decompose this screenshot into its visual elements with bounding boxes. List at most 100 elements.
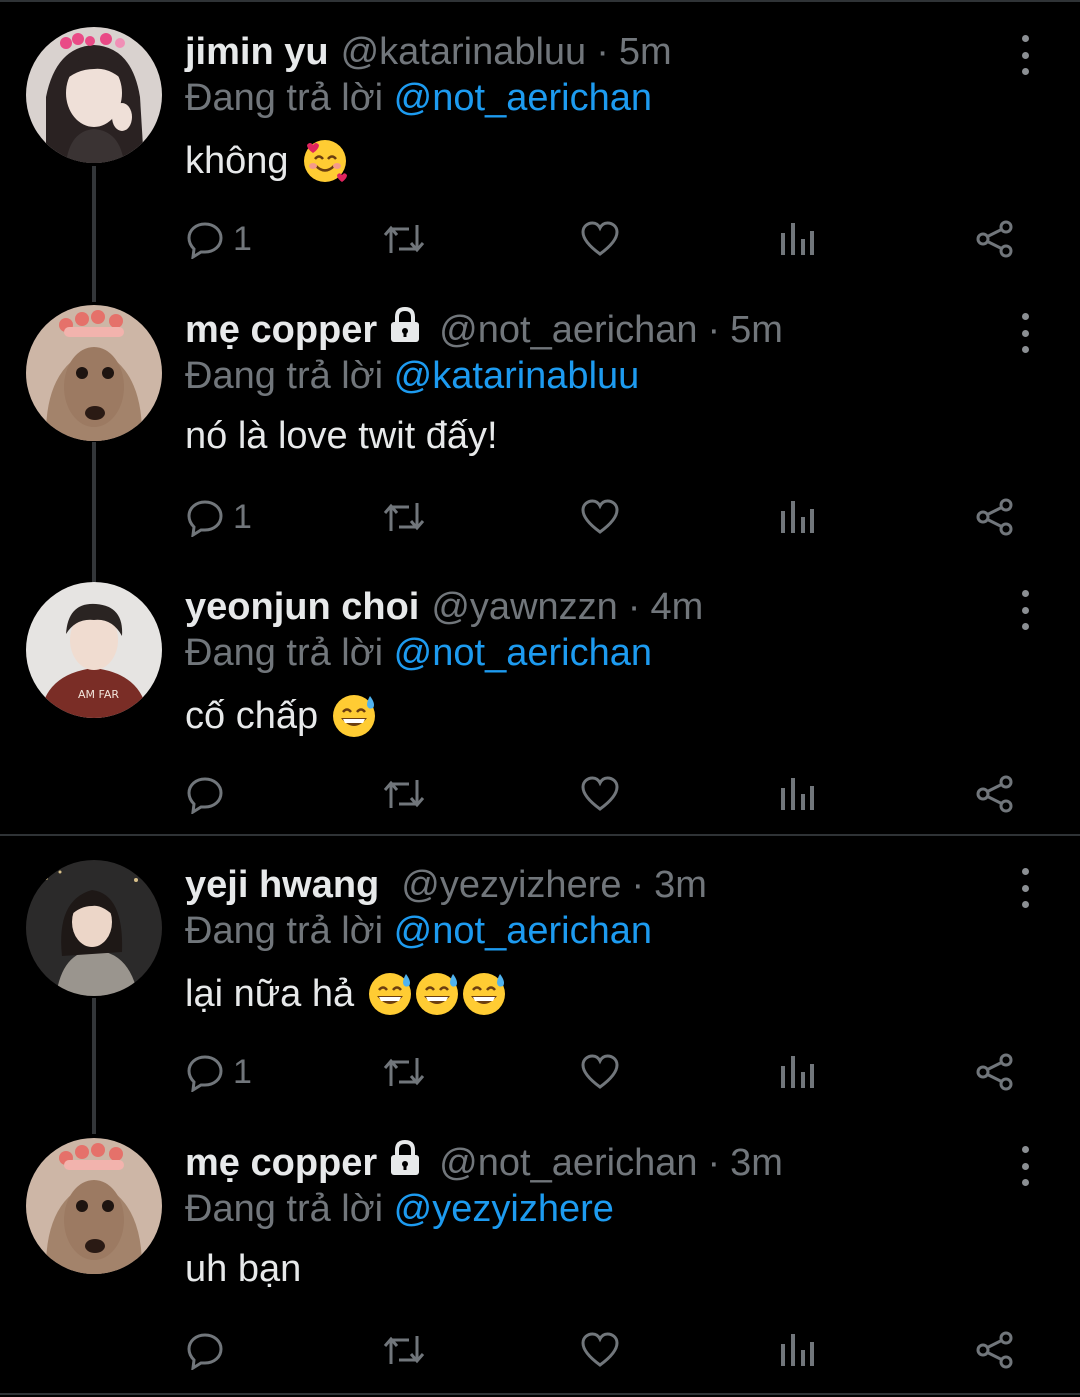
- views-button[interactable]: [779, 1328, 815, 1372]
- analytics-icon: [781, 778, 814, 810]
- bottom-divider: [0, 1393, 1080, 1395]
- more-icon[interactable]: [1010, 313, 1040, 353]
- tweet[interactable]: mẹ copper @not_aerichan · 5m Đang trả lờ…: [0, 305, 1080, 555]
- tweet-actions: 1: [185, 217, 1045, 261]
- timestamp[interactable]: 5m: [619, 31, 672, 74]
- separator: ·: [627, 585, 641, 628]
- tweet-text-content: nó là love twit đấy!: [185, 415, 498, 457]
- tweet-header: mẹ copper @not_aerichan · 3m: [185, 1138, 783, 1188]
- views-button[interactable]: [779, 1050, 815, 1094]
- tweet-header: jimin yu @katarinabluu · 5m: [185, 27, 672, 77]
- retweet-button[interactable]: [381, 1328, 427, 1372]
- grinning-face-with-sweat-emoji: [366, 970, 414, 1018]
- user-handle[interactable]: @not_aerichan: [439, 1142, 697, 1185]
- timestamp[interactable]: 5m: [730, 309, 783, 352]
- analytics-icon: [781, 501, 814, 533]
- avatar[interactable]: [26, 860, 162, 996]
- analytics-icon: [781, 1334, 814, 1366]
- like-button[interactable]: [580, 1328, 620, 1372]
- replying-to: Đang trả lời @not_aerichan: [185, 632, 652, 675]
- tweet-text: uh bạn: [185, 1248, 301, 1291]
- reply-button[interactable]: [185, 1328, 233, 1372]
- user-handle[interactable]: @yawnzzn: [431, 586, 617, 629]
- grinning-face-with-sweat-emoji: [413, 970, 461, 1018]
- more-icon[interactable]: [1010, 1146, 1040, 1186]
- tweet[interactable]: mẹ copper @not_aerichan · 3m Đang trả lờ…: [0, 1138, 1080, 1388]
- like-button[interactable]: [580, 772, 620, 816]
- timestamp[interactable]: 4m: [650, 586, 703, 629]
- tweet[interactable]: jimin yu @katarinabluu · 5m Đang trả lời…: [0, 27, 1080, 277]
- share-button[interactable]: [975, 1328, 1015, 1372]
- user-handle[interactable]: @katarinabluu: [341, 31, 587, 74]
- retweet-button[interactable]: [381, 217, 427, 261]
- tweet-actions: 1: [185, 1050, 1045, 1094]
- reply-button[interactable]: 1: [185, 495, 252, 539]
- display-name[interactable]: jimin yu: [185, 31, 329, 74]
- retweet-button[interactable]: [381, 1050, 427, 1094]
- more-icon[interactable]: [1010, 868, 1040, 908]
- display-name[interactable]: mẹ copper: [185, 309, 377, 352]
- timestamp[interactable]: 3m: [654, 864, 707, 907]
- retweet-icon: [383, 503, 425, 531]
- more-icon[interactable]: [1010, 590, 1040, 630]
- tweet-text-content: không: [185, 139, 289, 182]
- replying-to: Đang trả lời @not_aerichan: [185, 910, 652, 953]
- tweet-actions: 1: [185, 495, 1045, 539]
- reply-button[interactable]: 1: [185, 217, 252, 261]
- avatar[interactable]: [26, 27, 162, 163]
- views-button[interactable]: [779, 495, 815, 539]
- user-handle[interactable]: @yezyizhere: [401, 864, 621, 907]
- reply-count: 1: [233, 219, 252, 258]
- reply-mention[interactable]: @not_aerichan: [394, 77, 652, 119]
- reply-icon: [187, 1333, 223, 1370]
- retweet-icon: [383, 780, 425, 808]
- reply-button[interactable]: [185, 772, 233, 816]
- share-button[interactable]: [975, 217, 1015, 261]
- tweet-actions: [185, 772, 1045, 816]
- analytics-icon: [781, 1056, 814, 1088]
- heart-icon: [581, 221, 619, 256]
- display-name[interactable]: yeji hwang: [185, 864, 379, 907]
- avatar[interactable]: [26, 1138, 162, 1274]
- retweet-button[interactable]: [381, 495, 427, 539]
- like-button[interactable]: [580, 1050, 620, 1094]
- separator: ·: [596, 30, 609, 73]
- smiling-face-with-hearts-emoji: [301, 137, 349, 185]
- tweet-header: mẹ copper @not_aerichan · 5m: [185, 305, 783, 355]
- share-button[interactable]: [975, 495, 1015, 539]
- tweet[interactable]: AM FAR yeonjun choi @yawnzzn · 4m Đang t…: [0, 582, 1080, 832]
- tweet[interactable]: yeji hwang @yezyizhere · 3m Đang trả lời…: [0, 860, 1080, 1110]
- views-button[interactable]: [779, 217, 815, 261]
- timestamp[interactable]: 3m: [730, 1142, 783, 1185]
- avatar[interactable]: AM FAR: [26, 582, 162, 718]
- avatar[interactable]: [26, 305, 162, 441]
- tweet-text: nó là love twit đấy!: [185, 415, 498, 458]
- reply-mention[interactable]: @yezyizhere: [394, 1188, 614, 1230]
- separator: ·: [707, 308, 721, 351]
- display-name[interactable]: mẹ copper: [185, 1142, 377, 1185]
- replying-label: Đang trả lời: [185, 1188, 384, 1230]
- heart-icon: [581, 1054, 619, 1089]
- analytics-icon: [781, 223, 814, 255]
- reply-button[interactable]: 1: [185, 1050, 252, 1094]
- reply-icon: [187, 777, 223, 814]
- like-button[interactable]: [580, 495, 620, 539]
- display-name[interactable]: yeonjun choi: [185, 586, 419, 629]
- share-icon: [976, 1053, 1013, 1091]
- reply-mention[interactable]: @katarinabluu: [394, 355, 640, 397]
- reply-mention[interactable]: @not_aerichan: [394, 632, 652, 674]
- share-button[interactable]: [975, 772, 1015, 816]
- reply-mention[interactable]: @not_aerichan: [394, 910, 652, 952]
- lock-icon: [385, 305, 425, 355]
- tweet-header: yeonjun choi @yawnzzn · 4m: [185, 582, 703, 632]
- views-button[interactable]: [779, 772, 815, 816]
- more-icon[interactable]: [1010, 35, 1040, 75]
- share-button[interactable]: [975, 1050, 1015, 1094]
- separator: ·: [631, 863, 645, 906]
- tweet-text: lại nữa hả: [185, 970, 508, 1018]
- lock-icon: [385, 1138, 425, 1188]
- replying-label: Đang trả lời: [185, 632, 384, 674]
- retweet-button[interactable]: [381, 772, 427, 816]
- like-button[interactable]: [580, 217, 620, 261]
- user-handle[interactable]: @not_aerichan: [439, 309, 697, 352]
